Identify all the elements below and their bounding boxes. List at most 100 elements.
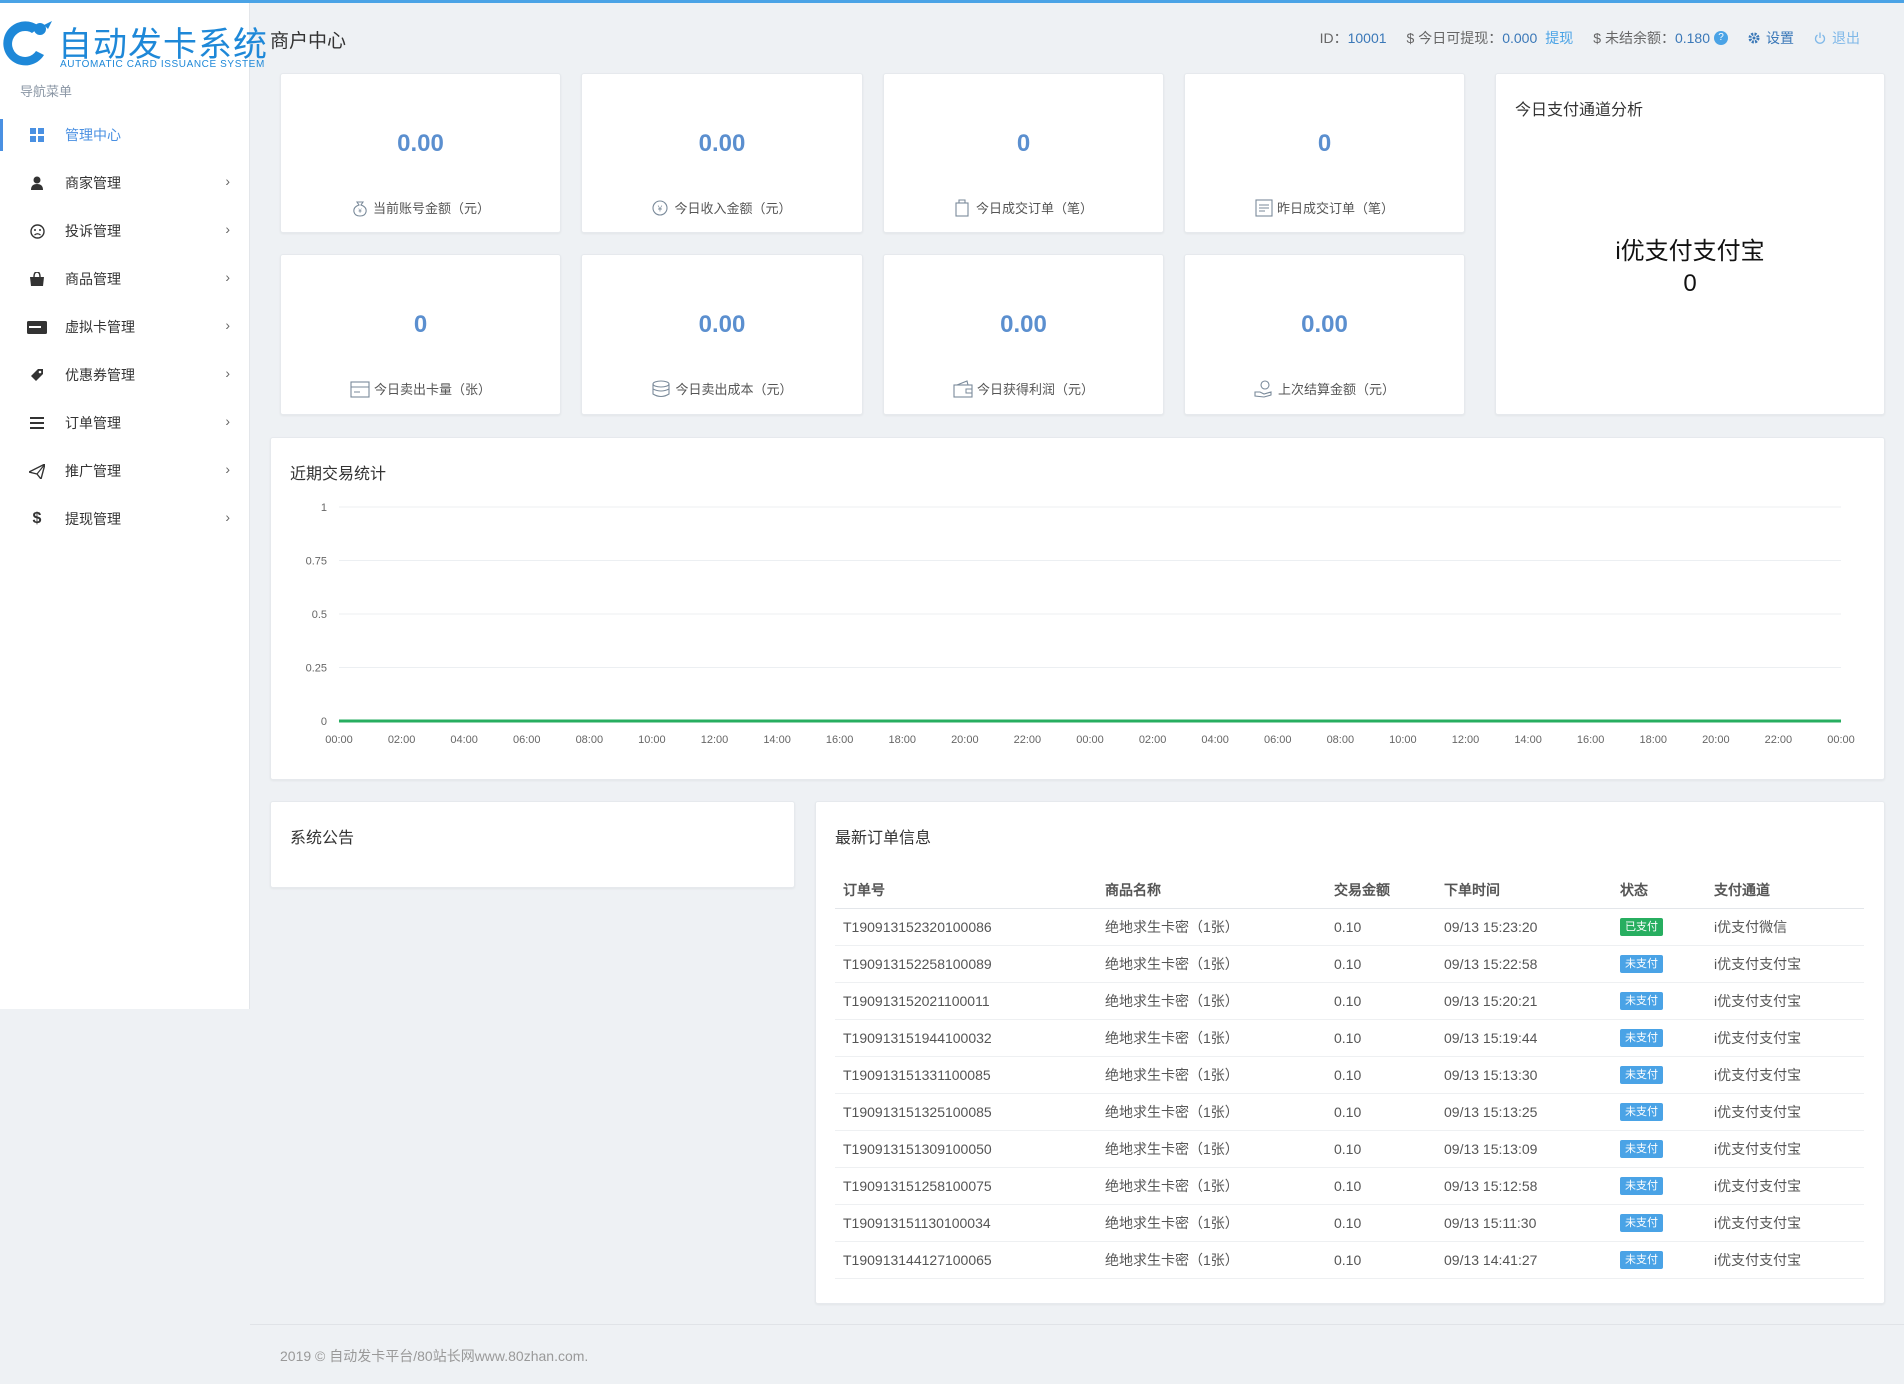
merchant-id: ID： 10001: [1320, 28, 1387, 48]
sidebar-item-dashboard[interactable]: 管理中心: [0, 111, 250, 159]
table-cell: 未支付: [1612, 1167, 1706, 1205]
table-cell: 已支付: [1612, 908, 1706, 946]
brand-logo[interactable]: 自动发卡系统 AUTOMATIC CARD ISSUANCE SYSTEM: [0, 15, 267, 75]
order-bag-icon: [955, 198, 969, 217]
money-bag-icon: ¥: [353, 200, 367, 217]
table-cell: 未支付: [1612, 982, 1706, 1020]
notice-title: 系统公告: [290, 830, 355, 847]
brand-subtitle: AUTOMATIC CARD ISSUANCE SYSTEM: [60, 59, 265, 70]
x-tick-label: 08:00: [576, 734, 604, 746]
sidebar-item-label: 提现管理: [65, 511, 121, 527]
sidebar-item-merchant[interactable]: 商家管理 ›: [0, 159, 250, 207]
x-tick-label: 16:00: [826, 734, 854, 746]
stat-value: 0: [413, 311, 428, 338]
table-row[interactable]: T190913152021100011 绝地求生卡密（1张） 0.10 09/13 1…: [835, 982, 1864, 1020]
sidebar-item-virtual-card[interactable]: 虚拟卡管理 ›: [0, 303, 250, 351]
table-cell: 绝地求生卡密（1张）: [1097, 1204, 1326, 1242]
table-cell: 绝地求生卡密（1张）: [1097, 1167, 1326, 1205]
table-cell: 09/13 14:41:27: [1436, 1241, 1612, 1279]
table-cell: 绝地求生卡密（1张）: [1097, 945, 1326, 983]
x-tick-label: 02:00: [1139, 734, 1167, 746]
stat-label-text: 今日卖出卡量（张）: [373, 382, 491, 397]
column-header-order-no: 订单号: [835, 872, 1097, 909]
x-tick-label: 20:00: [951, 734, 979, 746]
table-cell: 绝地求生卡密（1张）: [1097, 1241, 1326, 1279]
sidebar: 自动发卡系统 AUTOMATIC CARD ISSUANCE SYSTEM 导航…: [0, 3, 267, 1009]
help-icon[interactable]: ?: [1714, 31, 1728, 45]
sidebar-item-label: 优惠券管理: [65, 367, 135, 383]
sidebar-item-label: 商家管理: [65, 175, 121, 191]
table-cell: i优支付支付宝: [1706, 1130, 1864, 1168]
table-row[interactable]: T190913151325100085 绝地求生卡密（1张） 0.10 09/13 1…: [835, 1093, 1864, 1131]
pay-channel-title: 今日支付通道分析: [1515, 102, 1644, 119]
status-badge: 未支付: [1620, 1214, 1663, 1232]
x-tick-label: 14:00: [1514, 734, 1542, 746]
sidebar-item-coupon[interactable]: 优惠券管理 ›: [0, 351, 250, 399]
table-row[interactable]: T190913151944100032 绝地求生卡密（1张） 0.10 09/13 1…: [835, 1019, 1864, 1057]
settings-label: 设置: [1766, 30, 1794, 46]
table-cell: 0.10: [1326, 945, 1436, 983]
settle-hand-icon: [1254, 379, 1272, 398]
table-cell: 0.10: [1326, 1130, 1436, 1168]
status-badge: 未支付: [1620, 1251, 1663, 1269]
table-cell: 0.10: [1326, 1241, 1436, 1279]
table-cell: 0.10: [1326, 908, 1436, 946]
sidebar-item-promotion[interactable]: 推广管理 ›: [0, 447, 250, 495]
logout-button[interactable]: 退出: [1814, 28, 1860, 48]
column-header-time: 下单时间: [1436, 872, 1612, 909]
table-row[interactable]: T190913144127100065 绝地求生卡密（1张） 0.10 09/13 1…: [835, 1241, 1864, 1279]
table-cell: T190913144127100065: [835, 1241, 1097, 1279]
column-header-status: 状态: [1612, 872, 1706, 909]
x-tick-label: 06:00: [1264, 734, 1292, 746]
stat-label: 今日成交订单（笔）: [884, 198, 1163, 217]
table-cell: 未支付: [1612, 1204, 1706, 1242]
x-tick-label: 12:00: [701, 734, 729, 746]
table-cell: T190913151331100085: [835, 1056, 1097, 1094]
sidebar-item-label: 管理中心: [65, 127, 121, 143]
latest-orders-title: 最新订单信息: [835, 830, 932, 847]
settings-button[interactable]: 设置: [1748, 28, 1794, 48]
merchant-id-value: 10001: [1347, 30, 1387, 46]
sidebar-item-orders[interactable]: 订单管理 ›: [0, 399, 250, 447]
orders-table: 订单号 商品名称 交易金额 下单时间 状态 支付通道 T190913152320…: [835, 872, 1864, 1279]
column-header-amount: 交易金额: [1326, 872, 1436, 909]
sidebar-item-complaint[interactable]: 投诉管理 ›: [0, 207, 250, 255]
table-row[interactable]: T190913151331100085 绝地求生卡密（1张） 0.10 09/13 1…: [835, 1056, 1864, 1094]
stat-label: 今日获得利润（元）: [884, 379, 1163, 398]
x-tick-label: 14:00: [763, 734, 791, 746]
table-cell: i优支付支付宝: [1706, 1093, 1864, 1131]
table-cell: 绝地求生卡密（1张）: [1097, 1056, 1326, 1094]
stat-value: 0.00: [1000, 311, 1047, 338]
table-cell: 绝地求生卡密（1张）: [1097, 1019, 1326, 1057]
sidebar-item-label: 推广管理: [65, 463, 121, 479]
table-row[interactable]: T190913152258100089 绝地求生卡密（1张） 0.10 09/13 1…: [835, 945, 1864, 983]
logout-label: 退出: [1832, 30, 1860, 46]
stat-label-text: 今日成交订单（笔）: [975, 201, 1093, 216]
table-row[interactable]: T190913151258100075 绝地求生卡密（1张） 0.10 09/13 1…: [835, 1167, 1864, 1205]
sidebar-item-withdraw[interactable]: $ 提现管理 ›: [0, 495, 250, 543]
stat-label-text: 今日获得利润（元）: [976, 382, 1094, 397]
table-cell: T190913152320100086: [835, 908, 1097, 946]
status-badge: 未支付: [1620, 1140, 1663, 1158]
table-row[interactable]: T190913151130100034 绝地求生卡密（1张） 0.10 09/13 1…: [835, 1204, 1864, 1242]
stat-value: 0.00: [1301, 311, 1348, 338]
pay-channel-summary: i优支付支付宝 0: [1496, 236, 1884, 300]
withdraw-link[interactable]: 提现: [1545, 28, 1573, 48]
x-tick-label: 22:00: [1014, 734, 1042, 746]
table-row[interactable]: T190913152320100086 绝地求生卡密（1张） 0.10 09/13 1…: [835, 908, 1864, 946]
chevron-right-icon: ›: [225, 317, 230, 333]
x-tick-label: 08:00: [1327, 734, 1355, 746]
table-cell: 未支付: [1612, 1241, 1706, 1279]
status-badge: 未支付: [1620, 992, 1663, 1010]
status-badge: 未支付: [1620, 955, 1663, 973]
x-tick-label: 18:00: [888, 734, 916, 746]
table-cell: 绝地求生卡密（1张）: [1097, 908, 1326, 946]
table-cell: i优支付支付宝: [1706, 982, 1864, 1020]
sidebar-item-goods[interactable]: 商品管理 ›: [0, 255, 250, 303]
table-cell: T190913151258100075: [835, 1167, 1097, 1205]
pay-channel-panel: 今日支付通道分析 i优支付支付宝 0: [1495, 73, 1885, 415]
stat-label-text: 当前账号金额（元）: [372, 201, 490, 216]
sidebar-item-label: 商品管理: [65, 271, 121, 287]
table-row[interactable]: T190913151309100050 绝地求生卡密（1张） 0.10 09/13 1…: [835, 1130, 1864, 1168]
table-cell: 09/13 15:13:09: [1436, 1130, 1612, 1168]
